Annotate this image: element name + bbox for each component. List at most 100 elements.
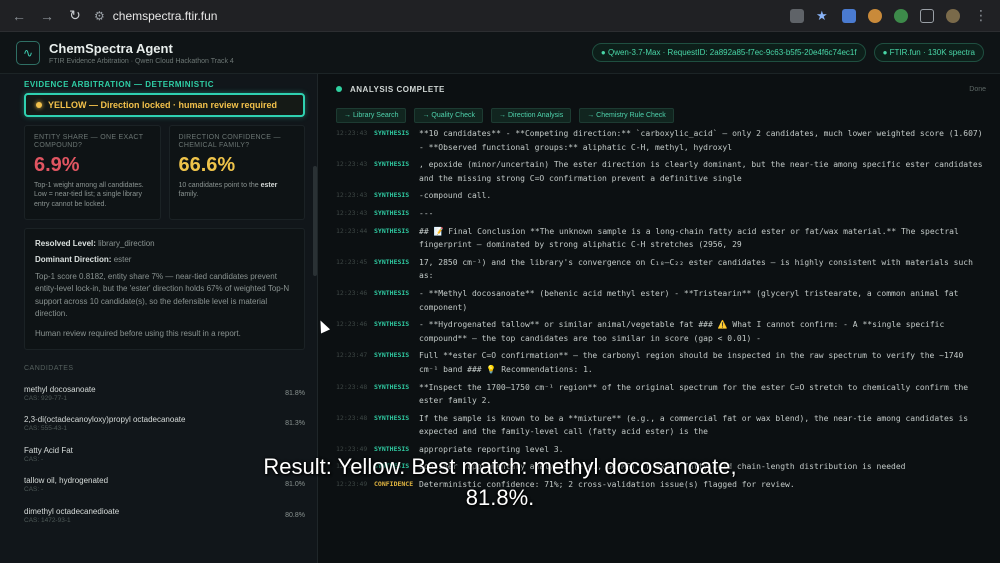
menu-icon[interactable]: ⋮ — [972, 7, 990, 24]
app-logo-icon: ∿ — [16, 40, 40, 65]
log-tag: SYNTHESIS — [374, 191, 410, 200]
log-text: , epoxide (minor/uncertain) The ester di… — [419, 160, 983, 183]
list-item[interactable]: dimethyl octadecanedioate CAS: 1472-93-1 … — [24, 500, 305, 531]
app-header: ∿ ChemSpectra Agent FTIR Evidence Arbitr… — [0, 32, 1000, 74]
verdict-banner: YELLOW — Direction locked · human review… — [24, 93, 305, 117]
log-line: 12:23:46 SYNTHESIS - **Hydrogenated tallow… — [336, 318, 986, 345]
avatar[interactable] — [946, 8, 960, 23]
log-tag: SYNTHESIS — [374, 351, 410, 360]
log-tag: SYNTHESIS — [374, 462, 410, 471]
log-text: ## 📝 Final Conclusion **The unknown samp… — [419, 226, 959, 250]
log-text: - **Methyl docosanoate** (behenic acid m… — [419, 288, 959, 312]
analysis-panel: ANALYSIS COMPLETE Done → Library Search … — [318, 74, 1000, 563]
reload-icon[interactable]: ↻ — [66, 7, 84, 24]
list-item[interactable]: tallow oil, hydrogenated CAS: - 81.0% — [24, 470, 305, 501]
log-tag: SYNTHESIS — [374, 382, 410, 391]
section-title: EVIDENCE ARBITRATION — DETERMINISTIC — [24, 80, 215, 89]
log-tag: CONFIDENCE — [374, 480, 414, 489]
log-line: 12:23:43 SYNTHESIS -compound call. — [336, 189, 986, 203]
log-tag: SYNTHESIS — [374, 288, 410, 297]
url-text: chemspectra.ftir.fun — [112, 8, 218, 23]
log-tag: SYNTHESIS — [374, 257, 410, 266]
bookmark-star-icon[interactable]: ★ — [816, 8, 830, 23]
app-subtitle: FTIR Evidence Arbitration · Qwen Cloud H… — [49, 57, 234, 65]
analysis-log: 12:23:43 SYNTHESIS **10 candidates** - **C… — [336, 127, 986, 492]
extension-icon[interactable] — [842, 8, 856, 23]
step-chip[interactable]: → Library Search — [336, 108, 407, 123]
log-time: 12:23:43 — [336, 208, 368, 217]
log-time: 12:23:48 — [336, 382, 368, 391]
log-line: 12:23:46 SYNTHESIS - **Methyl docosanoate*… — [336, 287, 986, 314]
database-badge: ● FTIR.fun · 130K spectra — [873, 43, 984, 62]
log-time: 12:23:49 — [336, 462, 368, 471]
puzzle-icon[interactable] — [920, 8, 934, 23]
log-text: Full **ester C=O confirmation** — the ca… — [419, 351, 964, 374]
log-time: 12:23:44 — [336, 226, 368, 235]
model-badge: ● Qwen-3.7-Max · RequestID: 2a892a85-f7e… — [591, 43, 866, 62]
log-line: 12:23:49 CONFIDENCE Deterministic confiden… — [336, 478, 986, 492]
browser-toolbar: ← → ↻ ⚙ chemspectra.ftir.fun ★ ⋮ — [0, 0, 1000, 32]
app-title: ChemSpectra Agent — [49, 40, 173, 56]
log-text: **Inspect the 1700–1750 cm⁻¹ region** of… — [419, 382, 969, 406]
site-settings-icon[interactable]: ⚙ — [94, 9, 105, 23]
log-time: 12:23:45 — [336, 257, 368, 266]
log-text: 17, 2850 cm⁻¹) and the library's converg… — [419, 257, 973, 281]
log-tag: SYNTHESIS — [374, 160, 410, 169]
entity-share-value: 6.9% — [34, 153, 80, 176]
log-text: -compound call. — [419, 191, 492, 201]
log-time: 12:23:46 — [336, 288, 368, 297]
log-line: 12:23:48 SYNTHESIS If the sample is known … — [336, 412, 986, 439]
resolution-summary: Top-1 score 0.8182, entity share 7% — ne… — [35, 272, 290, 319]
log-text: - **Hydrogenated tallow** or similar ani… — [419, 320, 945, 343]
extensions: ★ ⋮ — [790, 7, 990, 24]
list-item[interactable]: 2,3-di(octadecanoyloxy)propyl octadecano… — [24, 409, 305, 440]
scrollbar[interactable] — [313, 166, 317, 276]
candidates-title: CANDIDATES — [24, 365, 74, 372]
status-dot-icon — [36, 102, 42, 108]
log-text: Deterministic confidence: 71%; 2 cross-v… — [419, 480, 795, 490]
dominant-direction: Dominant Direction: ester — [35, 255, 132, 264]
list-item[interactable]: methyl docosanoate CAS: 929-77-1 81.8% — [24, 378, 305, 409]
log-time: 12:23:49 — [336, 444, 368, 453]
log-text: Consider supplementary analysis (e.g., G… — [419, 462, 906, 472]
address-bar[interactable]: ⚙ chemspectra.ftir.fun — [94, 9, 780, 23]
log-line: 12:23:45 SYNTHESIS 17, 2850 cm⁻¹) and the … — [336, 256, 986, 283]
log-tag: SYNTHESIS — [374, 226, 410, 235]
metric-label: DIRECTION CONFIDENCE — CHEMICAL FAMILY? — [178, 134, 281, 150]
candidate-list: methyl docosanoate CAS: 929-77-1 81.8% 2,… — [24, 378, 305, 531]
log-time: 12:23:43 — [336, 191, 368, 200]
log-text: --- — [419, 208, 434, 218]
back-icon[interactable]: ← — [10, 8, 28, 24]
extension-icon[interactable] — [868, 8, 882, 23]
log-time: 12:23:48 — [336, 413, 368, 422]
resolution-card: Resolved Level: library_direction Domina… — [24, 228, 305, 350]
log-line: 12:23:43 SYNTHESIS --- — [336, 207, 986, 221]
step-chip[interactable]: → Quality Check — [414, 108, 483, 123]
log-line: 12:23:48 SYNTHESIS **Inspect the 1700–1750… — [336, 381, 986, 408]
step-chip[interactable]: → Direction Analysis — [491, 108, 572, 123]
log-time: 12:23:43 — [336, 129, 368, 137]
evidence-panel: EVIDENCE ARBITRATION — DETERMINISTIC YEL… — [0, 74, 318, 563]
log-tag: SYNTHESIS — [374, 208, 410, 217]
entity-share-card: ENTITY SHARE — ONE EXACT COMPOUND? 6.9% … — [24, 125, 161, 220]
resolved-level: Resolved Level: library_direction — [35, 239, 155, 248]
log-line: 12:23:49 SYNTHESIS appropriate reporting l… — [336, 443, 986, 457]
log-tag: SYNTHESIS — [374, 320, 410, 329]
metric-note: Top-1 weight among all candidates. Low =… — [34, 181, 144, 208]
log-time: 12:23:49 — [336, 480, 368, 489]
metric-label: ENTITY SHARE — ONE EXACT COMPOUND? — [34, 134, 144, 150]
extension-icon[interactable] — [894, 8, 908, 23]
forward-icon[interactable]: → — [38, 8, 56, 24]
log-line: 12:23:49 SYNTHESIS Consider supplementary … — [336, 460, 986, 474]
translate-icon[interactable] — [790, 8, 804, 23]
log-line: 12:23:43 SYNTHESIS , epoxide (minor/uncert… — [336, 158, 986, 185]
log-tag: SYNTHESIS — [374, 413, 410, 422]
log-tag: SYNTHESIS — [374, 444, 410, 453]
log-line: 12:23:44 SYNTHESIS ## 📝 Final Conclusion *… — [336, 225, 986, 252]
log-tag: SYNTHESIS — [374, 129, 410, 137]
list-item[interactable]: Fatty Acid Fat CAS: - — [24, 439, 305, 470]
step-chip[interactable]: → Chemistry Rule Check — [579, 108, 674, 123]
log-line: 12:23:43 SYNTHESIS **10 candidates** - **C… — [336, 127, 986, 154]
verdict-text: YELLOW — Direction locked · human review… — [48, 100, 278, 110]
status-dot-icon — [336, 86, 342, 92]
